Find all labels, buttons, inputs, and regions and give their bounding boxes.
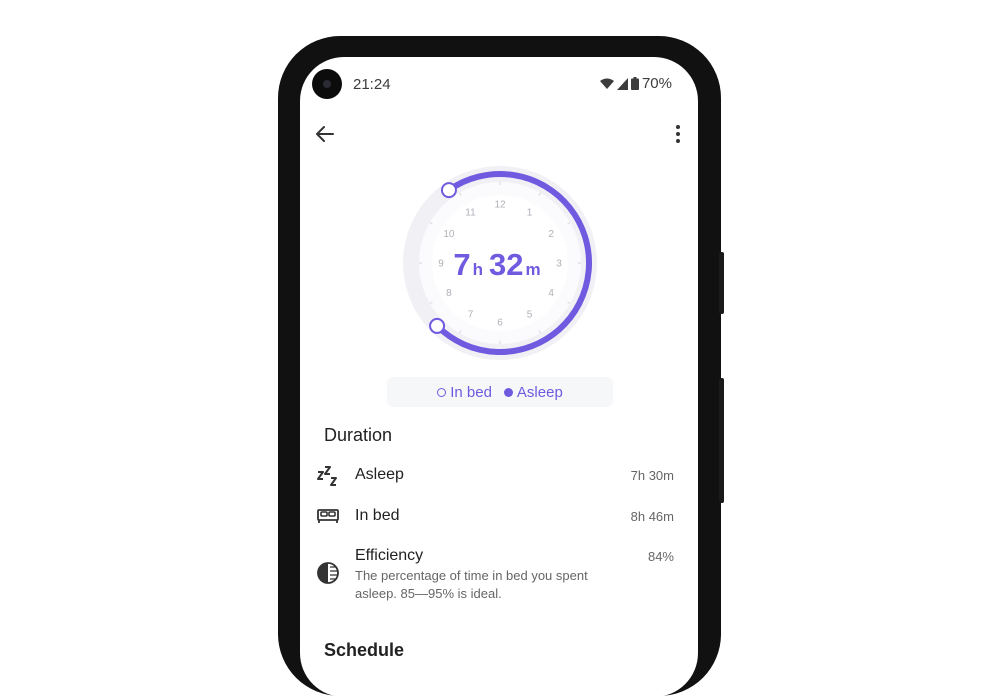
legend-asleep: Asleep (503, 383, 563, 401)
zzz-icon (317, 466, 337, 486)
dial-hour-6: 6 (497, 318, 503, 329)
total-sleep-duration: 7 h 32 m (397, 247, 603, 283)
volume-button (719, 378, 724, 503)
dial-hour-12: 12 (494, 200, 506, 211)
front-camera (312, 69, 342, 99)
legend-in-bed: In bed (437, 384, 492, 401)
status-time: 21:24 (353, 76, 391, 93)
schedule-section-title: Schedule (324, 640, 405, 660)
duration-hours-unit: h (472, 260, 484, 279)
dial-hour-7: 7 (468, 310, 474, 321)
in-bed-value: 8h 46m (630, 509, 674, 524)
bed-icon (317, 509, 339, 523)
wake-cap (429, 317, 446, 334)
efficiency-row: Efficiency 84% The percentage of time in… (300, 545, 698, 605)
dial-hour-5: 5 (527, 310, 533, 321)
asleep-value: 7h 30m (630, 468, 674, 483)
battery-icon (630, 77, 639, 90)
dial-hour-4: 4 (548, 288, 554, 299)
filled-circle-icon (503, 387, 513, 397)
power-button (719, 252, 724, 314)
dial-hour-2: 2 (548, 229, 554, 240)
duration-hours: 7 (453, 247, 471, 282)
dial-legend: In bed Asleep (387, 377, 613, 407)
in-bed-label: In bed (355, 507, 400, 524)
dial-hour-8: 8 (446, 288, 452, 299)
battery-percent: 70% (641, 75, 672, 92)
efficiency-label: Efficiency (355, 547, 424, 564)
contrast-half-icon (317, 562, 339, 584)
status-icons: 70% (599, 75, 672, 92)
bedtime-cap (440, 182, 457, 199)
duration-minutes: 32 (489, 247, 524, 282)
open-circle-icon (437, 387, 447, 397)
dial-hour-10: 10 (443, 229, 455, 240)
legend-in-bed-label: In bed (450, 383, 492, 401)
efficiency-value: 84% (647, 549, 674, 564)
asleep-label: Asleep (355, 466, 404, 483)
duration-minutes-unit: m (525, 260, 541, 279)
wifi-icon (599, 78, 614, 89)
duration-section-title: Duration (324, 425, 393, 445)
back-arrow-icon[interactable] (314, 123, 336, 145)
in-bed-row: In bed 8h 46m (300, 501, 698, 531)
app-screen: 21:24 70% 12 1 2 3 4 5 6 7 8 9 10 11 7 h 32 m In bed A… (300, 57, 698, 697)
asleep-row: Asleep 7h 30m (300, 460, 698, 490)
signal-icon (616, 77, 628, 90)
dial-hour-11: 11 (465, 207, 476, 218)
dial-hour-1: 1 (527, 207, 533, 218)
efficiency-description: The percentage of time in bed you spent … (355, 568, 588, 601)
more-options-icon[interactable] (672, 123, 684, 145)
legend-asleep-label: Asleep (516, 383, 563, 401)
